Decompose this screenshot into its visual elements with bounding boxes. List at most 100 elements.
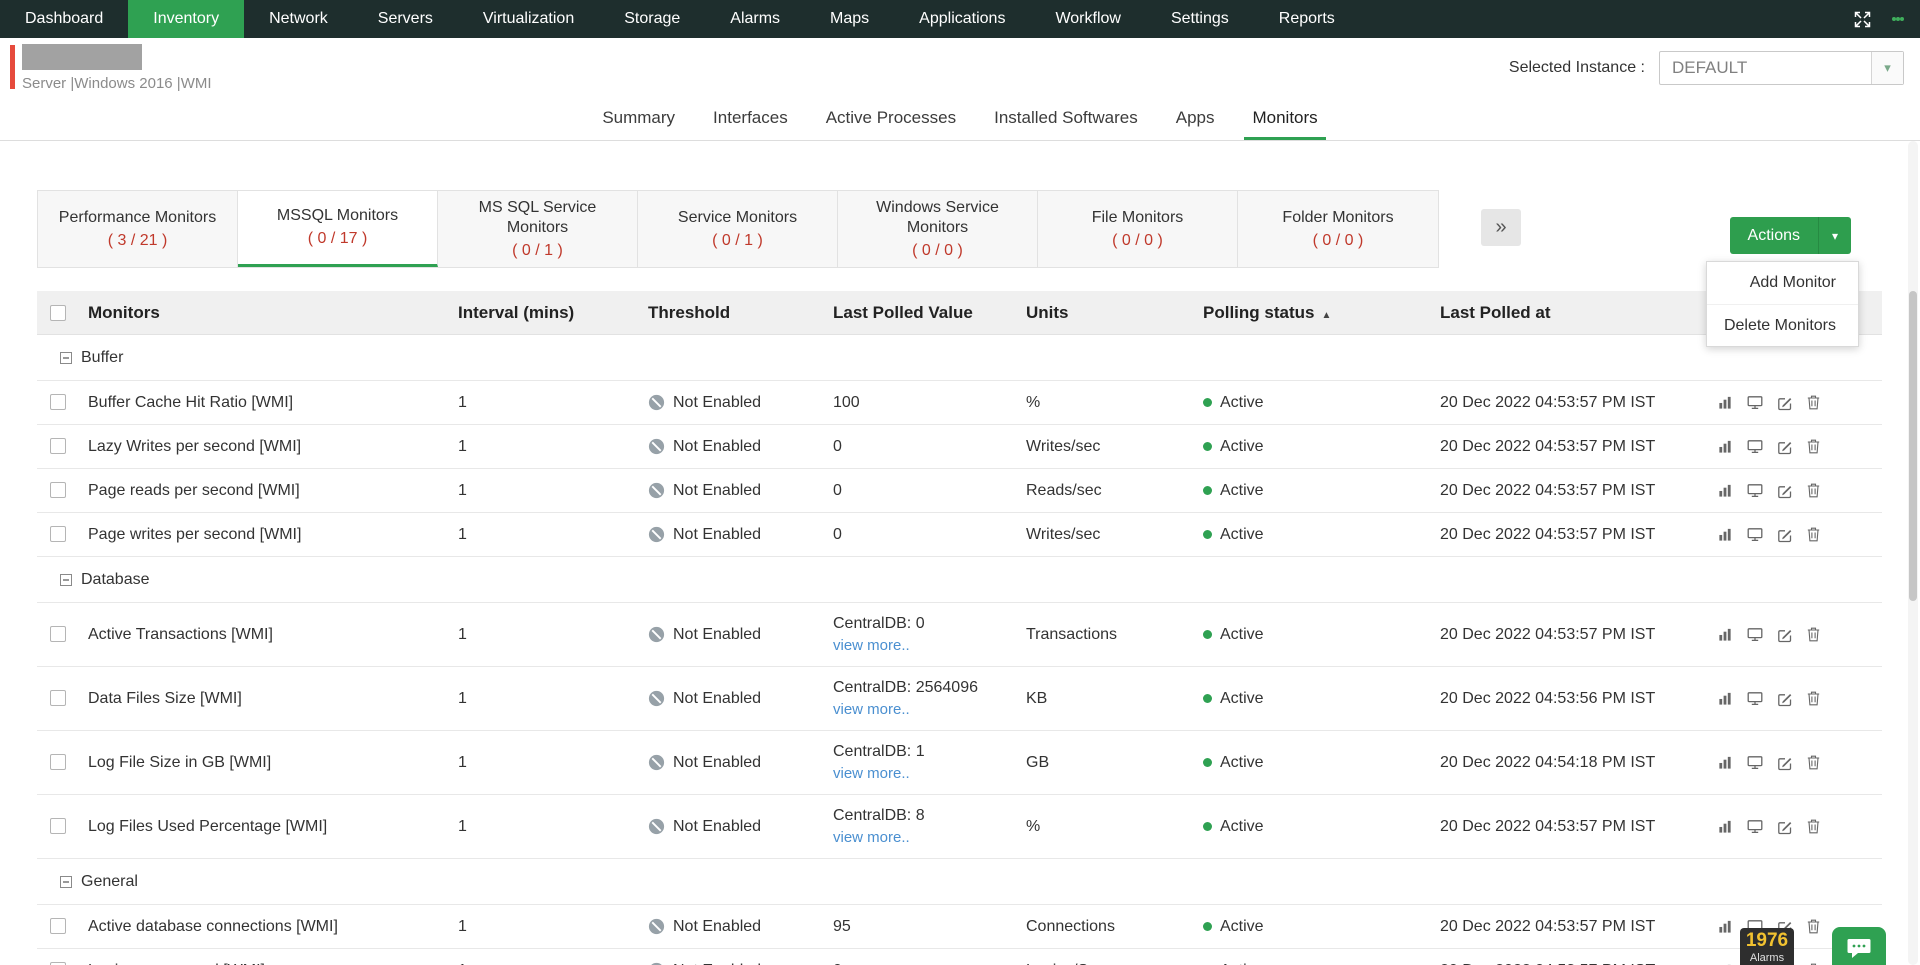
row-checkbox[interactable] <box>50 394 66 410</box>
tab-installed-softwares[interactable]: Installed Softwares <box>994 96 1138 140</box>
monitor-name-link[interactable]: Logins per second [WMI] <box>80 962 450 965</box>
monitor-tab-mssql-monitors[interactable]: MSSQL Monitors( 0 / 17 ) <box>238 191 438 267</box>
row-checkbox[interactable] <box>50 482 66 498</box>
performance-chart-icon[interactable] <box>1717 627 1733 642</box>
performance-chart-icon[interactable] <box>1717 691 1733 706</box>
nav-item-applications[interactable]: Applications <box>894 0 1030 38</box>
delete-icon[interactable] <box>1807 819 1820 834</box>
delete-icon[interactable] <box>1807 483 1820 498</box>
edit-icon[interactable] <box>1777 439 1793 455</box>
edit-icon[interactable] <box>1777 527 1793 543</box>
monitor-group-row[interactable]: Buffer <box>37 335 1882 381</box>
chat-support-button[interactable] <box>1832 927 1886 965</box>
nav-item-settings[interactable]: Settings <box>1146 0 1254 38</box>
monitor-group-row[interactable]: General <box>37 859 1882 905</box>
monitor-name-link[interactable]: Active Transactions [WMI] <box>80 626 450 644</box>
monitor-name-link[interactable]: Lazy Writes per second [WMI] <box>80 438 450 456</box>
monitor-tab-performance-monitors[interactable]: Performance Monitors( 3 / 21 ) <box>38 191 238 267</box>
device-display-icon[interactable] <box>1747 755 1763 770</box>
device-display-icon[interactable] <box>1747 395 1763 410</box>
monitor-name-link[interactable]: Data Files Size [WMI] <box>80 690 450 708</box>
view-more-link[interactable]: view more.. <box>833 765 910 782</box>
fullscreen-expand-icon[interactable] <box>1853 10 1872 29</box>
vertical-scrollbar[interactable] <box>1908 141 1918 965</box>
row-checkbox[interactable] <box>50 818 66 834</box>
scrollbar-thumb[interactable] <box>1909 291 1917 601</box>
edit-icon[interactable] <box>1777 755 1793 771</box>
delete-icon[interactable] <box>1807 439 1820 454</box>
nav-item-reports[interactable]: Reports <box>1254 0 1360 38</box>
monitor-tab-service-monitors[interactable]: Service Monitors( 0 / 1 ) <box>638 191 838 267</box>
device-display-icon[interactable] <box>1747 819 1763 834</box>
delete-icon[interactable] <box>1807 527 1820 542</box>
nav-item-maps[interactable]: Maps <box>805 0 894 38</box>
delete-icon[interactable] <box>1807 919 1820 934</box>
monitor-name-link[interactable]: Active database connections [WMI] <box>80 918 450 936</box>
monitor-name-link[interactable]: Buffer Cache Hit Ratio [WMI] <box>80 394 450 412</box>
more-monitor-tabs-button[interactable]: » <box>1481 209 1521 246</box>
delete-icon[interactable] <box>1807 755 1820 770</box>
performance-chart-icon[interactable] <box>1717 755 1733 770</box>
performance-chart-icon[interactable] <box>1717 483 1733 498</box>
row-checkbox[interactable] <box>50 626 66 642</box>
edit-icon[interactable] <box>1777 483 1793 499</box>
col-last-polled-value[interactable]: Last Polled Value <box>825 303 1018 323</box>
edit-icon[interactable] <box>1777 627 1793 643</box>
nav-item-storage[interactable]: Storage <box>599 0 705 38</box>
monitor-tab-ms-sql-service-monitors[interactable]: MS SQL Service Monitors( 0 / 1 ) <box>438 191 638 267</box>
nav-item-servers[interactable]: Servers <box>353 0 458 38</box>
col-interval[interactable]: Interval (mins) <box>450 303 640 323</box>
tab-active-processes[interactable]: Active Processes <box>826 96 956 140</box>
view-more-link[interactable]: view more.. <box>833 637 910 654</box>
collapse-group-icon[interactable] <box>60 574 72 586</box>
edit-icon[interactable] <box>1777 819 1793 835</box>
performance-chart-icon[interactable] <box>1717 819 1733 834</box>
performance-chart-icon[interactable] <box>1717 395 1733 410</box>
device-display-icon[interactable] <box>1747 439 1763 454</box>
monitor-tab-folder-monitors[interactable]: Folder Monitors( 0 / 0 ) <box>1238 191 1438 267</box>
performance-chart-icon[interactable] <box>1717 527 1733 542</box>
row-checkbox[interactable] <box>50 526 66 542</box>
tab-monitors[interactable]: Monitors <box>1252 96 1317 140</box>
col-polling-status[interactable]: Polling status▲ <box>1195 303 1432 323</box>
alarm-count-badge[interactable]: 1976 Alarms <box>1740 928 1794 965</box>
col-monitors[interactable]: Monitors <box>80 303 450 323</box>
nav-item-workflow[interactable]: Workflow <box>1030 0 1146 38</box>
delete-icon[interactable] <box>1807 627 1820 642</box>
sort-ascending-icon[interactable]: ▲ <box>1321 310 1331 321</box>
col-units[interactable]: Units <box>1018 303 1195 323</box>
selected-instance-select[interactable]: DEFAULT ▾ <box>1659 51 1904 85</box>
view-more-link[interactable]: view more.. <box>833 829 910 846</box>
row-checkbox[interactable] <box>50 438 66 454</box>
row-checkbox[interactable] <box>50 754 66 770</box>
delete-icon[interactable] <box>1807 691 1820 706</box>
nav-item-inventory[interactable]: Inventory <box>128 0 244 38</box>
kebab-menu-icon[interactable] <box>1892 15 1904 24</box>
monitor-group-row[interactable]: Database <box>37 557 1882 603</box>
tab-apps[interactable]: Apps <box>1176 96 1215 140</box>
monitor-name-link[interactable]: Page writes per second [WMI] <box>80 526 450 544</box>
tab-interfaces[interactable]: Interfaces <box>713 96 788 140</box>
actions-chevron-down-icon[interactable]: ▾ <box>1818 217 1851 254</box>
device-display-icon[interactable] <box>1747 527 1763 542</box>
tab-summary[interactable]: Summary <box>602 96 675 140</box>
menu-item-delete-monitors[interactable]: Delete Monitors <box>1707 304 1858 346</box>
select-all-checkbox[interactable] <box>50 305 66 321</box>
monitor-name-link[interactable]: Page reads per second [WMI] <box>80 482 450 500</box>
view-more-link[interactable]: view more.. <box>833 701 910 718</box>
device-display-icon[interactable] <box>1747 627 1763 642</box>
row-checkbox[interactable] <box>50 690 66 706</box>
performance-chart-icon[interactable] <box>1717 919 1733 934</box>
nav-item-alarms[interactable]: Alarms <box>705 0 805 38</box>
nav-item-virtualization[interactable]: Virtualization <box>458 0 599 38</box>
nav-item-network[interactable]: Network <box>244 0 353 38</box>
collapse-group-icon[interactable] <box>60 876 72 888</box>
row-checkbox[interactable] <box>50 918 66 934</box>
actions-button[interactable]: Actions ▾ <box>1730 217 1851 254</box>
monitor-name-link[interactable]: Log File Size in GB [WMI] <box>80 754 450 772</box>
monitor-tab-file-monitors[interactable]: File Monitors( 0 / 0 ) <box>1038 191 1238 267</box>
edit-icon[interactable] <box>1777 395 1793 411</box>
menu-item-add-monitor[interactable]: Add Monitor <box>1707 262 1858 304</box>
device-display-icon[interactable] <box>1747 483 1763 498</box>
performance-chart-icon[interactable] <box>1717 439 1733 454</box>
